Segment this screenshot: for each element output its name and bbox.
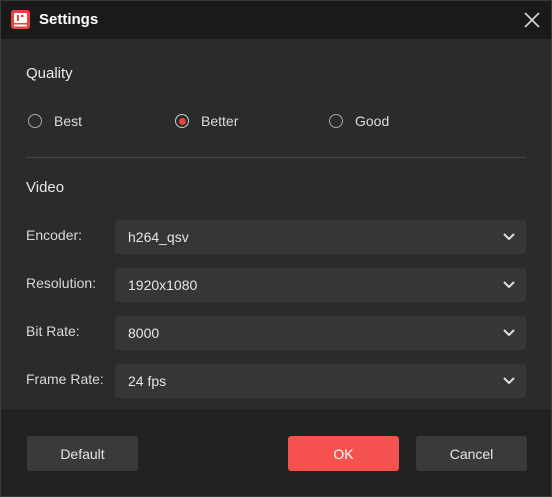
ok-button[interactable]: OK bbox=[288, 436, 399, 471]
default-button[interactable]: Default bbox=[27, 436, 138, 471]
dialog-footer: Default OK Cancel bbox=[1, 409, 551, 496]
frame-rate-select[interactable]: 24 fps bbox=[115, 364, 526, 398]
radio-label: Best bbox=[54, 113, 83, 129]
quality-option-best[interactable]: Best bbox=[28, 112, 82, 130]
frame-rate-label: Frame Rate: bbox=[26, 371, 104, 387]
chevron-down-icon bbox=[503, 377, 515, 385]
radio-button-selected[interactable] bbox=[175, 114, 189, 128]
cancel-button[interactable]: Cancel bbox=[416, 436, 527, 471]
bit-rate-value: 8000 bbox=[128, 325, 160, 341]
frame-rate-value: 24 fps bbox=[128, 373, 167, 389]
radio-label: Good bbox=[355, 113, 390, 129]
bit-rate-select[interactable]: 8000 bbox=[115, 316, 526, 350]
title-bar: Settings bbox=[1, 1, 551, 39]
radio-button[interactable] bbox=[28, 114, 42, 128]
quality-heading: Quality bbox=[26, 65, 73, 82]
resolution-select[interactable]: 1920x1080 bbox=[115, 268, 526, 302]
dialog-title: Settings bbox=[39, 11, 99, 28]
app-logo-icon bbox=[11, 10, 30, 29]
bit-rate-label: Bit Rate: bbox=[26, 323, 80, 339]
resolution-label: Resolution: bbox=[26, 275, 97, 291]
video-heading: Video bbox=[26, 179, 65, 196]
settings-dialog: Settings Quality Best Better Good Video … bbox=[0, 0, 552, 497]
chevron-down-icon bbox=[503, 233, 515, 241]
encoder-value: h264_qsv bbox=[128, 229, 189, 245]
chevron-down-icon bbox=[503, 329, 515, 337]
encoder-select[interactable]: h264_qsv bbox=[115, 220, 526, 254]
close-icon[interactable] bbox=[521, 9, 543, 31]
resolution-value: 1920x1080 bbox=[128, 277, 198, 293]
encoder-label: Encoder: bbox=[26, 227, 83, 243]
quality-option-good[interactable]: Good bbox=[329, 112, 389, 130]
chevron-down-icon bbox=[503, 281, 515, 289]
section-divider bbox=[26, 157, 526, 158]
radio-button[interactable] bbox=[329, 114, 343, 128]
quality-option-better[interactable]: Better bbox=[175, 112, 238, 130]
settings-content: Quality Best Better Good Video Encoder: … bbox=[1, 39, 551, 409]
radio-label: Better bbox=[201, 113, 239, 129]
